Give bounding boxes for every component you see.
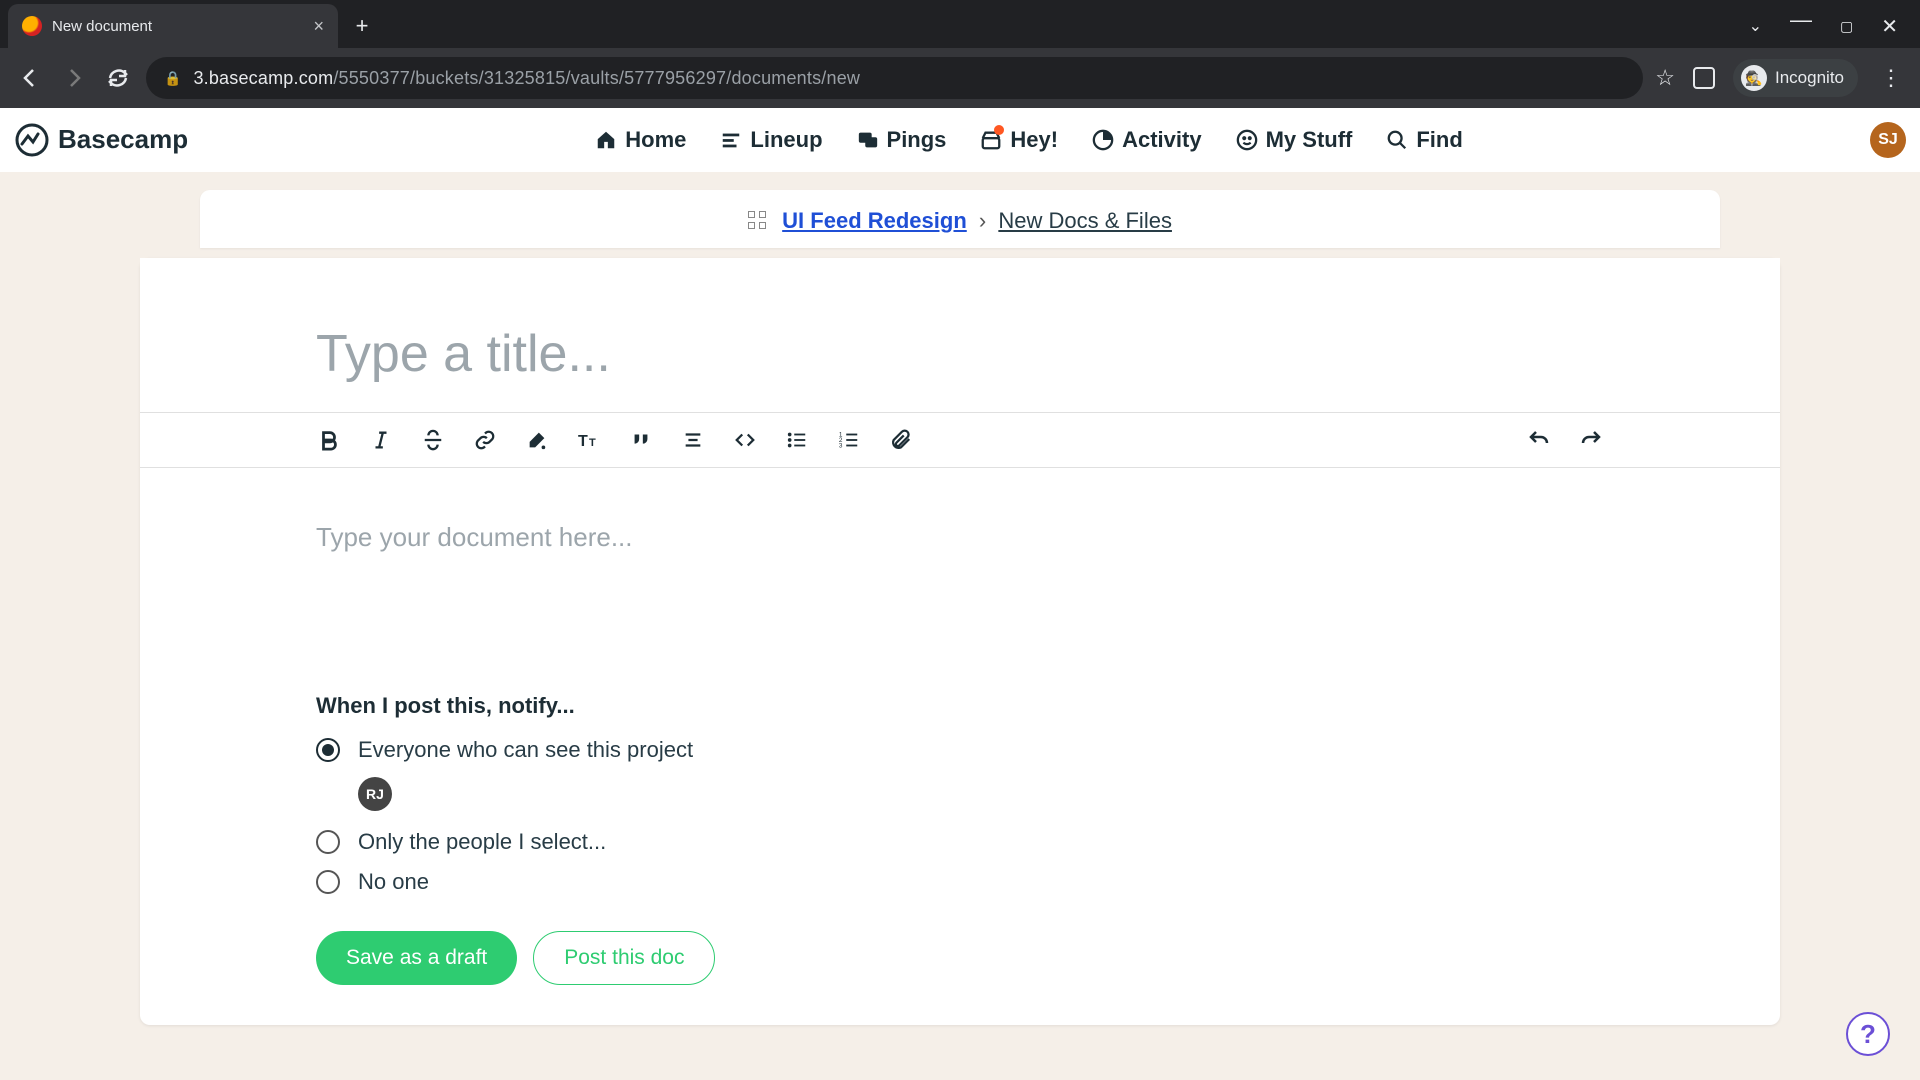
help-icon: ? [1860,1019,1876,1050]
avatar-initials: SJ [1878,131,1898,149]
action-row: Save as a draft Post this doc [140,909,1780,985]
nav-hey[interactable]: Hey! [980,127,1058,153]
breadcrumb-separator: › [973,208,992,233]
save-draft-button[interactable]: Save as a draft [316,931,517,985]
extensions-icon[interactable] [1693,67,1715,89]
nav-lineup-label: Lineup [750,127,822,153]
incognito-label: Incognito [1775,68,1844,88]
post-doc-button[interactable]: Post this doc [533,931,715,985]
member-initials: RJ [366,786,384,802]
editor-toolbar: TT 123 [140,412,1780,468]
notify-option-noone[interactable]: No one [316,869,1604,895]
code-button[interactable] [732,427,758,453]
incognito-icon: 🕵 [1741,65,1767,91]
bullet-list-button[interactable] [784,427,810,453]
notification-dot-icon [994,125,1004,135]
radio-icon [316,870,340,894]
app-header: Basecamp Home Lineup Pings Hey! Activity… [0,108,1920,172]
window-controls: ⌄ — ▢ ✕ [1749,4,1920,48]
strikethrough-button[interactable] [420,427,446,453]
page: UI Feed Redesign › New Docs & Files TT 1… [0,172,1920,1025]
notify-everyone-label: Everyone who can see this project [358,737,693,763]
quote-button[interactable] [628,427,654,453]
mystuff-icon [1236,129,1258,151]
brand-text: Basecamp [58,124,188,155]
notify-option-select[interactable]: Only the people I select... [316,829,1604,855]
align-button[interactable] [680,427,706,453]
search-icon [1386,129,1408,151]
italic-button[interactable] [368,427,394,453]
forward-button[interactable] [58,62,90,94]
nav-find[interactable]: Find [1386,127,1462,153]
nav-hey-label: Hey! [1010,127,1058,153]
browser-menu-icon[interactable]: ⋮ [1876,65,1906,91]
nav-pings-label: Pings [887,127,947,153]
pings-icon [857,129,879,151]
back-button[interactable] [14,62,46,94]
undo-button[interactable] [1526,427,1552,453]
favicon-icon [22,16,42,36]
breadcrumb-project-link[interactable]: UI Feed Redesign [782,208,967,233]
tab-bar: New document × + ⌄ — ▢ ✕ [0,0,1920,48]
radio-icon [316,830,340,854]
redo-button[interactable] [1578,427,1604,453]
url-field[interactable]: 🔒 3.basecamp.com/5550377/buckets/3132581… [146,57,1643,99]
svg-text:T: T [578,433,588,450]
nav-home[interactable]: Home [595,127,686,153]
logo[interactable]: Basecamp [14,122,188,158]
nav-mystuff-label: My Stuff [1266,127,1353,153]
grid-icon[interactable] [748,211,766,229]
nav-home-label: Home [625,127,686,153]
minimize-icon[interactable]: — [1790,7,1812,33]
nav-activity[interactable]: Activity [1092,127,1201,153]
close-tab-icon[interactable]: × [313,16,324,37]
reload-button[interactable] [102,62,134,94]
member-avatar[interactable]: RJ [358,777,392,811]
tab-title: New document [52,18,152,35]
heading-button[interactable]: TT [576,427,602,453]
lock-icon: 🔒 [164,70,181,87]
browser-tab[interactable]: New document × [8,4,338,48]
address-bar: 🔒 3.basecamp.com/5550377/buckets/3132581… [0,48,1920,108]
new-tab-button[interactable]: + [346,10,378,42]
tab-search-icon[interactable]: ⌄ [1749,16,1762,36]
close-window-icon[interactable]: ✕ [1881,14,1898,39]
url-text: 3.basecamp.com/5550377/buckets/31325815/… [193,68,860,89]
attachment-button[interactable] [888,427,914,453]
browser-chrome: New document × + ⌄ — ▢ ✕ 🔒 3.basecamp.co… [0,0,1920,108]
incognito-badge[interactable]: 🕵 Incognito [1733,59,1858,97]
highlight-button[interactable] [524,427,550,453]
main-nav: Home Lineup Pings Hey! Activity My Stuff… [595,127,1463,153]
number-list-button[interactable]: 123 [836,427,862,453]
notify-select-label: Only the people I select... [358,829,606,855]
svg-text:T: T [589,437,596,449]
svg-text:3: 3 [839,442,843,449]
notify-section: When I post this, notify... Everyone who… [140,693,1780,895]
breadcrumb-section-link[interactable]: New Docs & Files [998,208,1172,233]
maximize-icon[interactable]: ▢ [1840,18,1853,35]
nav-lineup[interactable]: Lineup [720,127,822,153]
document-title-input[interactable] [140,258,1780,412]
nav-mystuff[interactable]: My Stuff [1236,127,1353,153]
lineup-icon [720,129,742,151]
notify-heading: When I post this, notify... [316,693,1604,719]
document-card: TT 123 When I post this, notify... Every… [140,258,1780,1025]
breadcrumb: UI Feed Redesign › New Docs & Files [200,190,1720,248]
user-avatar[interactable]: SJ [1870,122,1906,158]
bold-button[interactable] [316,427,342,453]
notify-noone-label: No one [358,869,429,895]
notify-option-everyone[interactable]: Everyone who can see this project [316,737,1604,763]
activity-icon [1092,129,1114,151]
help-button[interactable]: ? [1846,1012,1890,1056]
logo-icon [14,122,50,158]
document-body-input[interactable] [140,468,1780,688]
home-icon [595,129,617,151]
bookmark-icon[interactable]: ☆ [1655,65,1675,91]
link-button[interactable] [472,427,498,453]
radio-icon [316,738,340,762]
nav-activity-label: Activity [1122,127,1201,153]
nav-find-label: Find [1416,127,1462,153]
nav-pings[interactable]: Pings [857,127,947,153]
